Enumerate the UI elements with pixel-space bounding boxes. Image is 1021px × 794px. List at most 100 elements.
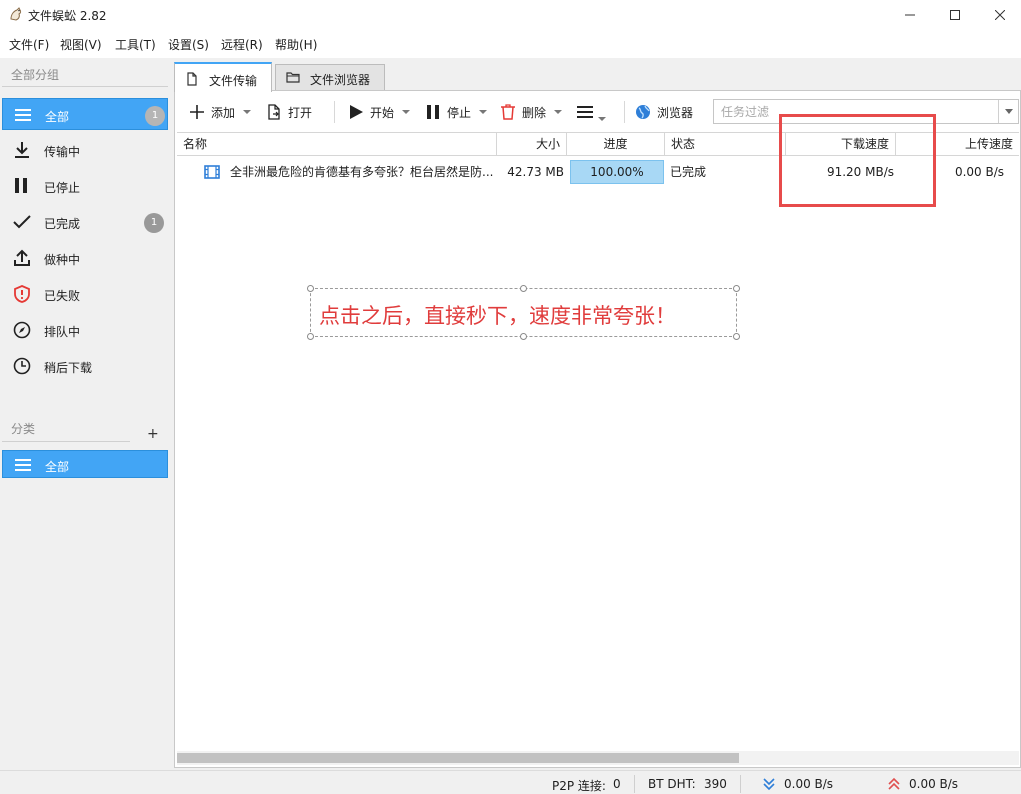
category-divider xyxy=(2,441,130,442)
add-button[interactable]: 添加 xyxy=(189,100,252,124)
menu-settings[interactable]: 设置(S) xyxy=(168,36,209,53)
resize-handle xyxy=(733,285,740,292)
chevron-down-icon[interactable] xyxy=(402,110,411,114)
open-file-icon xyxy=(268,104,280,120)
resize-handle xyxy=(307,285,314,292)
resize-handle xyxy=(733,333,740,340)
upload-icon xyxy=(14,249,30,266)
add-label: 添加 xyxy=(211,105,236,120)
menu-tools[interactable]: 工具(T) xyxy=(115,36,156,53)
delete-label: 删除 xyxy=(522,105,547,120)
count-badge: 1 xyxy=(145,106,165,126)
delete-button[interactable]: 删除 xyxy=(500,100,563,124)
sidebar: 全部分组 全部 1 传输中 已停止 已完成 1 做种中 已失败 排队中 稍后下载… xyxy=(0,58,172,770)
menu-help[interactable]: 帮助(H) xyxy=(275,36,317,53)
resize-handle xyxy=(520,333,527,340)
open-label: 打开 xyxy=(288,105,313,120)
progress-bar: 100.00% xyxy=(570,160,664,184)
menu-bar: 文件(F) 视图(V) 工具(T) 设置(S) 远程(R) 帮助(H) xyxy=(0,30,1021,58)
browser-label: 浏览器 xyxy=(657,105,694,120)
download-speed-highlight xyxy=(779,114,936,207)
chevron-down-icon[interactable] xyxy=(598,117,606,121)
add-category-button[interactable]: + xyxy=(147,426,159,442)
document-icon xyxy=(187,72,197,86)
sidebar-item-label: 稍后下载 xyxy=(44,361,93,375)
count-badge: 1 xyxy=(144,213,164,233)
stop-button[interactable]: 停止 xyxy=(425,100,488,124)
sidebar-item-stopped[interactable]: 已停止 xyxy=(2,170,168,202)
sidebar-item-queued[interactable]: 排队中 xyxy=(2,314,168,346)
pause-icon xyxy=(15,178,27,193)
browser-button[interactable]: 浏览器 xyxy=(635,100,693,124)
chevron-down-icon[interactable] xyxy=(479,110,488,114)
column-header-name[interactable]: 名称 xyxy=(177,133,497,155)
category-section-title: 分类 xyxy=(11,422,36,436)
group-section-title: 全部分组 xyxy=(11,68,60,82)
status-bar: P2P 连接: 0 BT DHT: 390 0.00 B/s 0.00 B/s xyxy=(0,770,1021,794)
start-button[interactable]: 开始 xyxy=(348,100,411,124)
menu-file[interactable]: 文件(F) xyxy=(9,36,49,53)
tab-file-transfer[interactable]: 文件传输 xyxy=(174,62,272,92)
maximize-icon xyxy=(950,10,960,20)
clock-icon xyxy=(13,357,31,375)
sidebar-item-label: 已停止 xyxy=(44,181,81,195)
sidebar-item-label: 传输中 xyxy=(44,145,81,159)
scrollbar-thumb[interactable] xyxy=(177,753,739,763)
file-name: 全非洲最危险的肯德基有多夸张？柜台居然是防... xyxy=(230,165,494,179)
download-speed-icon xyxy=(763,778,775,791)
bt-dht-value: 390 xyxy=(704,777,727,791)
column-header-status[interactable]: 状态 xyxy=(665,133,786,155)
file-size: 42.73 MB xyxy=(507,165,564,179)
column-header-size[interactable]: 大小 xyxy=(497,133,567,155)
shield-alert-icon xyxy=(14,285,30,303)
minimize-icon xyxy=(905,14,915,16)
upload-speed-icon xyxy=(888,777,900,790)
menu-remote[interactable]: 远程(R) xyxy=(221,36,263,53)
status-divider xyxy=(740,775,741,793)
minimize-button[interactable] xyxy=(887,0,933,30)
category-item-all[interactable]: 全部 xyxy=(2,450,168,478)
column-header-progress[interactable]: 进度 xyxy=(567,133,665,155)
check-icon xyxy=(13,215,31,229)
resize-handle xyxy=(307,333,314,340)
chevron-down-icon[interactable] xyxy=(554,110,563,114)
maximize-button[interactable] xyxy=(932,0,978,30)
open-button[interactable]: 打开 xyxy=(266,100,312,124)
tab-label: 文件传输 xyxy=(209,74,258,88)
annotation-text: 点击之后，直接秒下，速度非常夸张！ xyxy=(319,304,676,328)
menu-view[interactable]: 视图(V) xyxy=(60,36,102,53)
filter-dropdown-button[interactable] xyxy=(998,100,1018,123)
task-status: 已完成 xyxy=(670,165,707,179)
close-button[interactable] xyxy=(977,0,1021,30)
p2p-connections-label: P2P 连接: xyxy=(552,779,606,793)
play-icon xyxy=(350,105,363,119)
sidebar-item-label: 已失败 xyxy=(44,289,81,303)
horizontal-scrollbar[interactable] xyxy=(177,751,1019,765)
sidebar-item-all[interactable]: 全部 1 xyxy=(2,98,168,130)
p2p-connections-value: 0 xyxy=(613,777,621,791)
sidebar-item-label: 排队中 xyxy=(44,325,81,339)
list-icon xyxy=(15,109,31,121)
download-icon xyxy=(15,142,29,158)
chevron-down-icon[interactable] xyxy=(243,110,252,114)
sidebar-item-transferring[interactable]: 传输中 xyxy=(2,134,168,166)
sidebar-item-failed[interactable]: 已失败 xyxy=(2,278,168,310)
plus-icon xyxy=(190,105,204,119)
stop-label: 停止 xyxy=(447,105,472,120)
total-upload-speed: 0.00 B/s xyxy=(909,777,959,791)
tab-file-browser[interactable]: 文件浏览器 xyxy=(275,64,385,90)
category-item-label: 全部 xyxy=(45,460,70,474)
sidebar-item-completed[interactable]: 已完成 1 xyxy=(2,206,168,238)
tab-label: 文件浏览器 xyxy=(310,73,371,87)
start-label: 开始 xyxy=(370,105,395,120)
group-divider xyxy=(2,86,168,87)
progress-text: 100.00% xyxy=(590,165,644,179)
folder-icon xyxy=(286,72,300,83)
compass-icon xyxy=(13,321,31,339)
more-menu-button[interactable] xyxy=(576,100,606,124)
list-icon xyxy=(15,459,31,471)
sidebar-item-later[interactable]: 稍后下载 xyxy=(2,350,168,382)
annotation-box: 点击之后，直接秒下，速度非常夸张！ xyxy=(307,285,740,340)
status-divider xyxy=(634,775,635,793)
sidebar-item-seeding[interactable]: 做种中 xyxy=(2,242,168,274)
